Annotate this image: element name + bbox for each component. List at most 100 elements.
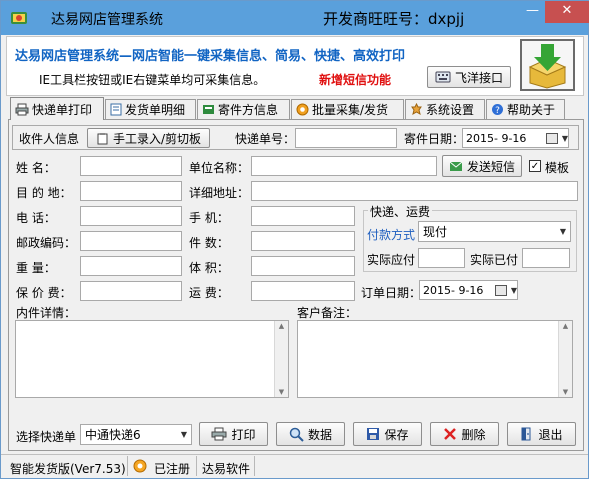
weight-label: 重 量： [16, 261, 56, 275]
name-input[interactable] [80, 156, 182, 176]
tab-shipping-details[interactable]: 发货单明细 [105, 99, 196, 119]
order-date-picker[interactable]: 2015- 9-16 ▼ [419, 280, 518, 300]
volume-input[interactable] [251, 256, 355, 276]
scrollbar[interactable]: ▲ ▼ [558, 321, 572, 397]
developer-contact: 开发商旺旺号：dxpjj [323, 10, 465, 28]
insured-fee-input[interactable] [80, 281, 182, 301]
item-details-label: 内件详情： [16, 306, 77, 320]
new-feature-label: 新增短信功能 [319, 73, 392, 87]
version-status: 智能发货版(Ver7.53) [10, 462, 126, 476]
tab-label: 寄件方信息 [218, 103, 279, 117]
app-window: 达易网店管理系统 开发商旺旺号：dxpjj — ✕ 达易网店管理系统—网店智能一… [0, 0, 589, 479]
volume-label: 体 积： [189, 261, 229, 275]
delete-button[interactable]: 删除 [430, 422, 499, 446]
courier-select[interactable]: 中通快递6 ▼ [80, 424, 192, 445]
scroll-down-icon[interactable]: ▼ [275, 388, 288, 396]
exit-button[interactable]: 退出 [507, 422, 576, 446]
chevron-down-icon: ▼ [561, 133, 568, 143]
app-icon [11, 12, 27, 24]
paid-input[interactable] [522, 248, 570, 268]
tab-help-about[interactable]: ? 帮助关于 [486, 99, 565, 119]
svg-text:?: ? [495, 106, 500, 116]
minimize-icon: — [526, 3, 539, 18]
download-box-icon [520, 39, 575, 91]
company-label: 单位名称： [189, 161, 250, 175]
pieces-label: 件 数： [189, 236, 229, 250]
print-button[interactable]: 打印 [199, 422, 268, 446]
tab-sender-info[interactable]: 寄件方信息 [197, 99, 290, 119]
name-label: 姓 名： [16, 161, 56, 175]
tab-label: 批量采集/发货 [312, 103, 389, 117]
feiyang-api-button[interactable]: 飞洋接口 [427, 66, 511, 88]
shipping-fee-legend: 快递、运费 [368, 203, 433, 220]
tab-express-print[interactable]: 快递单打印 [10, 97, 104, 120]
template-label: 模板 [545, 161, 570, 175]
save-button[interactable]: 保存 [353, 422, 422, 446]
chevron-down-icon: ▼ [510, 285, 517, 295]
customer-note-label: 客户备注： [297, 306, 358, 320]
freight-input[interactable] [251, 281, 355, 301]
courier-value: 中通快递6 [85, 428, 141, 442]
destination-input[interactable] [80, 181, 182, 201]
minimize-button[interactable]: — [521, 1, 544, 23]
save-label: 保存 [384, 427, 409, 442]
destination-label: 目 的 地： [16, 186, 72, 200]
help-icon: ? [492, 104, 503, 116]
sms-icon [449, 161, 463, 171]
postcode-input[interactable] [80, 231, 182, 251]
data-button[interactable]: 数据 [276, 422, 345, 446]
delete-label: 删除 [461, 427, 486, 442]
tracking-number-input[interactable] [295, 128, 397, 148]
scrollbar[interactable]: ▲ ▼ [274, 321, 288, 397]
exit-icon [521, 427, 531, 441]
weight-input[interactable] [80, 256, 182, 276]
data-label: 数据 [307, 427, 332, 442]
scroll-down-icon[interactable]: ▼ [559, 388, 572, 396]
keyboard-icon [435, 71, 451, 83]
calendar-icon [545, 132, 558, 144]
recipient-info-label: 收件人信息 [19, 132, 80, 146]
tab-label: 系统设置 [426, 103, 475, 117]
freight-label: 运 费： [189, 286, 229, 300]
item-details-textarea[interactable]: ▲ ▼ [15, 320, 289, 398]
address-input[interactable] [251, 181, 578, 201]
floppy-icon [367, 428, 380, 440]
order-date-label: 订单日期： [361, 286, 422, 300]
phone-label: 电 话： [16, 211, 56, 225]
send-sms-button[interactable]: 发送短信 [442, 155, 522, 177]
send-date-label: 寄件日期： [404, 132, 465, 146]
mobile-input[interactable] [251, 206, 355, 226]
calendar-icon [494, 284, 507, 296]
scroll-up-icon[interactable]: ▲ [275, 322, 288, 330]
chevron-down-icon: ▼ [559, 227, 566, 236]
receivable-input[interactable] [418, 248, 465, 268]
send-date-picker[interactable]: 2015- 9-16 ▼ [462, 128, 569, 148]
manual-entry-button[interactable]: 手工录入/剪切板 [87, 128, 210, 148]
registered-status: 已注册 [154, 462, 191, 476]
customer-note-textarea[interactable]: ▲ ▼ [297, 320, 573, 398]
postcode-label: 邮政编码： [16, 236, 77, 250]
status-divider [127, 456, 128, 476]
banner-title: 达易网店管理系统—网店智能一键采集信息、简易、快捷、高效打印 [15, 49, 406, 64]
company-input[interactable] [251, 156, 437, 176]
print-label: 打印 [231, 427, 256, 442]
send-sms-label: 发送短信 [466, 159, 515, 174]
exit-label: 退出 [538, 427, 563, 442]
insured-fee-label: 保 价 费： [16, 286, 72, 300]
tab-system-settings[interactable]: 系统设置 [405, 99, 485, 119]
scroll-up-icon[interactable]: ▲ [559, 322, 572, 330]
pieces-input[interactable] [251, 231, 355, 251]
status-divider [254, 456, 255, 476]
payment-method-select[interactable]: 现付 ▼ [418, 221, 571, 242]
tab-batch-collect[interactable]: 批量采集/发货 [291, 99, 404, 119]
printer-icon [211, 427, 227, 441]
phone-input[interactable] [80, 206, 182, 226]
tab-label: 快递单打印 [32, 102, 93, 117]
paid-label: 实际已付 [470, 253, 519, 267]
tracking-number-label: 快递单号： [235, 132, 296, 146]
close-button[interactable]: ✕ [545, 1, 589, 23]
manual-entry-label: 手工录入/剪切板 [112, 131, 202, 146]
delete-icon [444, 428, 457, 440]
banner-note: IE工具栏按钮或IE右键菜单均可采集信息。 [39, 73, 266, 87]
template-checkbox[interactable]: ✓ [529, 160, 541, 172]
